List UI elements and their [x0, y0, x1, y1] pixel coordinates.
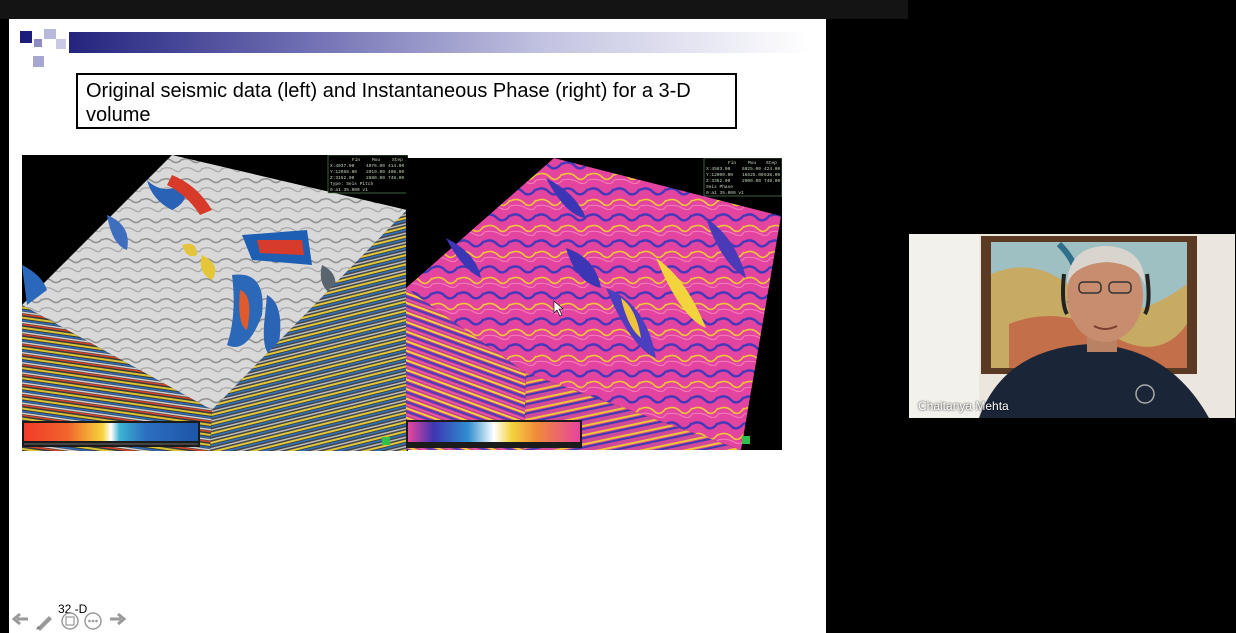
- left-header-row: Y:12958.00: [330, 169, 357, 175]
- seismic-cube-right: Fin Mou Step X:4583.00 6025.00 424.00 Y:…: [406, 158, 782, 450]
- pen-icon[interactable]: [34, 611, 56, 633]
- seismic-cube-left: Fin Mou Step X:4037.00 4076.00 414.00 Y:…: [22, 155, 408, 451]
- right-header-row: 424.00: [764, 166, 781, 172]
- left-header-row: 4076.00: [366, 163, 385, 169]
- left-header-row: 2880.00: [366, 175, 385, 181]
- right-header-col: Step: [766, 160, 777, 166]
- participant-name: Chaitanya Mehta: [918, 399, 1009, 413]
- right-header-row: 6025.00: [742, 166, 761, 172]
- right-header-row: 748.00: [764, 178, 781, 184]
- left-header-row: 408.00: [388, 169, 405, 175]
- slide-header-decoration: [9, 19, 826, 69]
- right-header-row: 0:a1 35.000 v1: [706, 190, 744, 196]
- slides-icon[interactable]: [60, 611, 80, 633]
- right-header-col: Mou: [748, 160, 756, 166]
- right-header-row: Seis Phase: [706, 184, 733, 190]
- more-icon[interactable]: [83, 611, 103, 633]
- instantaneous-phase-image: Fin Mou Step X:4583.00 6025.00 424.00 Y:…: [406, 158, 782, 450]
- left-header-col: Step: [392, 157, 403, 163]
- left-header-row: X:4037.00: [330, 163, 355, 169]
- left-color-bar: [22, 421, 200, 447]
- right-header-row: 538.00: [764, 172, 781, 178]
- left-header-row: 2019.00: [366, 169, 385, 175]
- right-color-bar: [406, 420, 582, 448]
- left-header-col: Mou: [372, 157, 380, 163]
- participant-video[interactable]: Chaitanya Mehta: [909, 234, 1235, 418]
- left-header-row: 414.00: [388, 163, 405, 169]
- slide-title: Original seismic data (left) and Instant…: [76, 73, 737, 129]
- right-header-row: 16525.00: [742, 172, 764, 178]
- participant-video-feed: [909, 234, 1235, 418]
- right-header-row: 2900.00: [742, 178, 761, 184]
- left-header-row: 748.00: [388, 175, 405, 181]
- next-arrow-icon[interactable]: [108, 611, 128, 632]
- original-seismic-image: Fin Mou Step X:4037.00 4076.00 414.00 Y:…: [22, 155, 408, 451]
- top-bar: [0, 0, 908, 19]
- presentation-slide: Original seismic data (left) and Instant…: [9, 19, 826, 633]
- left-header-row: Z:3152.00: [330, 175, 355, 181]
- right-header-row: Y:12000.00: [706, 172, 733, 178]
- left-header-row: 0:a1 35.000 v1: [330, 187, 368, 193]
- left-header-row: Type: Seis Pitch: [330, 181, 374, 187]
- right-header-row: X:4583.00: [706, 166, 731, 172]
- prev-arrow-icon[interactable]: [10, 611, 30, 632]
- right-header-col: Fin: [728, 160, 736, 166]
- right-header-row: Z:3352.00: [706, 178, 731, 184]
- left-header-col: Fin: [352, 157, 360, 163]
